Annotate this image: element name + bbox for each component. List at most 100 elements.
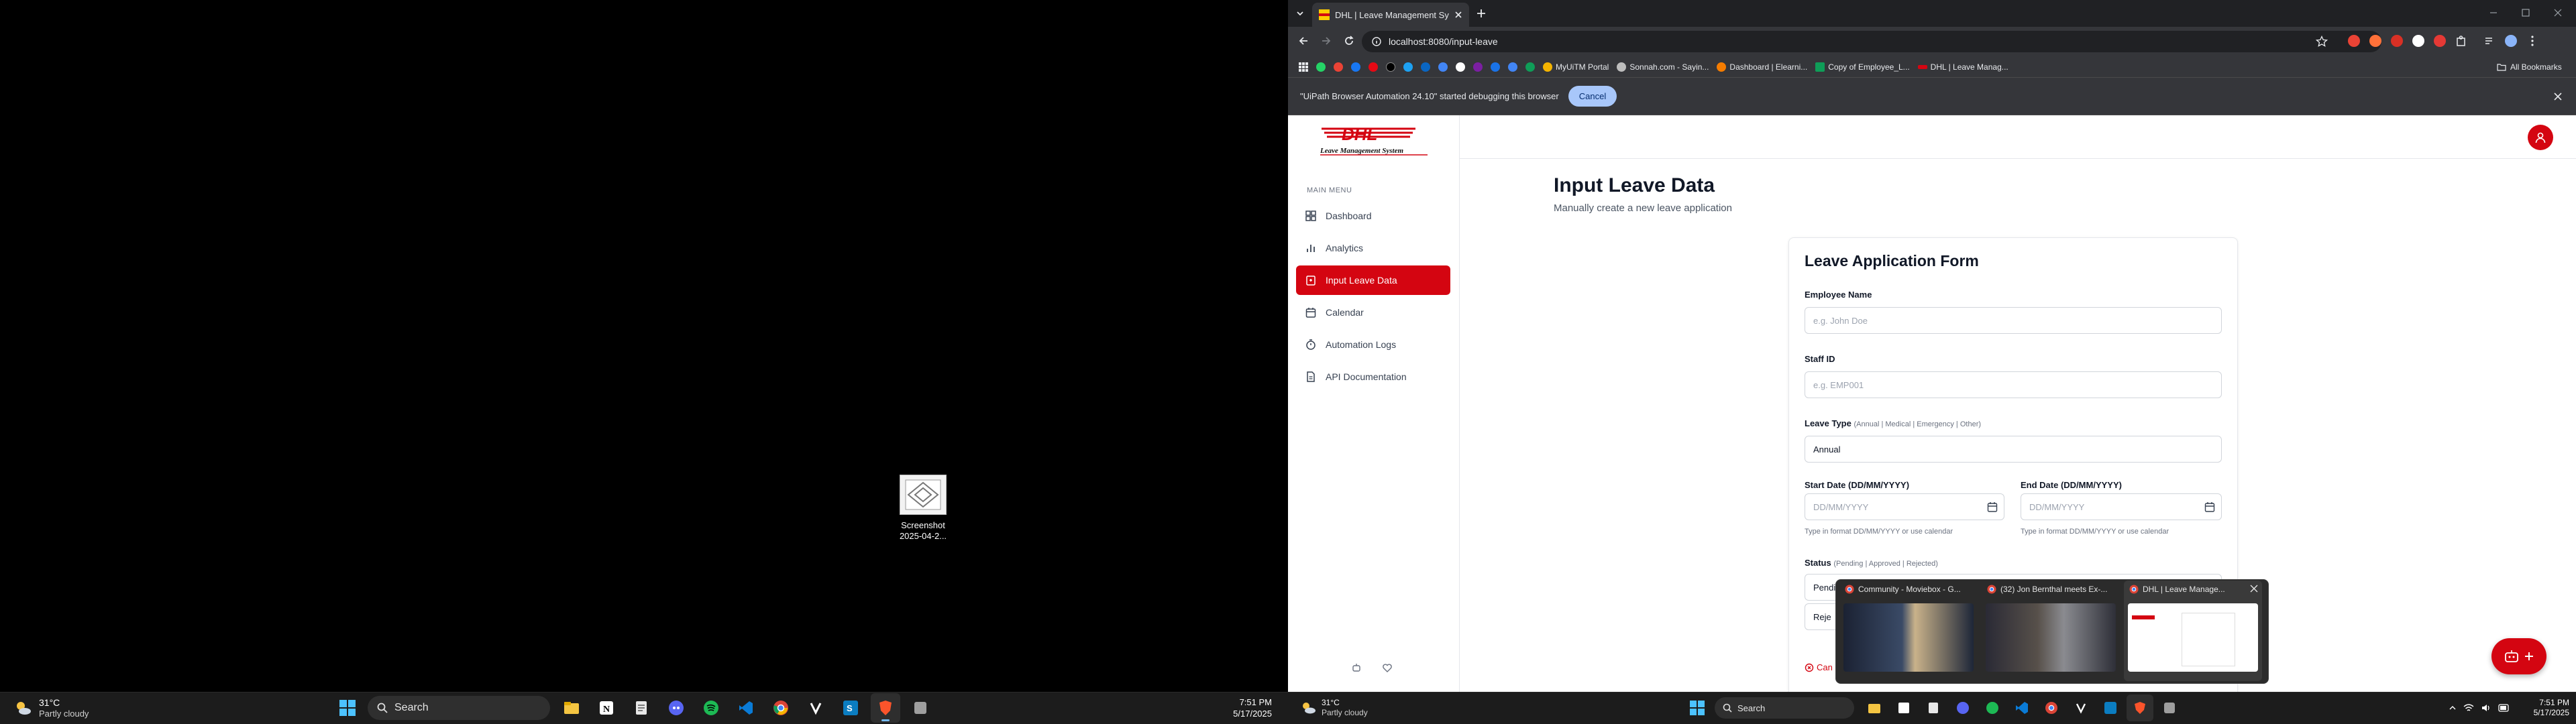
notepad-icon[interactable] — [627, 693, 656, 723]
automation-fab-button[interactable] — [2491, 638, 2546, 674]
app-icon[interactable] — [2156, 695, 2183, 721]
battery-icon[interactable] — [2498, 704, 2510, 712]
end-date-input[interactable]: DD/MM/YYYY — [2021, 493, 2222, 520]
heart-icon[interactable] — [1382, 662, 1393, 673]
bookmark-favicon[interactable] — [1473, 62, 1483, 72]
employee-name-input[interactable]: e.g. John Doe — [1805, 307, 2222, 334]
bookmark-favicon[interactable] — [1403, 62, 1413, 72]
all-bookmarks[interactable]: All Bookmarks — [2497, 56, 2562, 78]
leave-type-input[interactable]: Annual — [1805, 436, 2222, 463]
volume-icon[interactable] — [2481, 703, 2491, 713]
uipath-studio-icon[interactable]: S — [836, 693, 865, 723]
user-avatar[interactable] — [2528, 125, 2553, 150]
vscode-icon[interactable] — [731, 693, 761, 723]
bookmark-favicon[interactable] — [1368, 62, 1378, 72]
chrome-icon[interactable] — [2038, 695, 2065, 721]
github-icon[interactable] — [1456, 62, 1465, 72]
maximize-icon[interactable] — [2521, 8, 2530, 17]
nav-api-documentation[interactable]: API Documentation — [1296, 362, 1450, 391]
extension-icon[interactable] — [2434, 35, 2446, 47]
bookmark-item[interactable]: Dashboard | Elearni... — [1717, 62, 1807, 72]
bookmark-item[interactable]: MyUiTM Portal — [1543, 62, 1609, 72]
bookmark-favicon[interactable] — [1386, 62, 1395, 72]
thumbnail-close-icon[interactable] — [2250, 585, 2258, 593]
extension-icon[interactable] — [2412, 35, 2424, 47]
extension-icon[interactable] — [2391, 35, 2403, 47]
bot-icon[interactable] — [1351, 662, 1362, 673]
app-icon[interactable] — [906, 693, 935, 723]
bookmark-favicon[interactable] — [1438, 62, 1448, 72]
taskbar-search[interactable]: Search — [1715, 697, 1854, 719]
notepad-icon[interactable] — [1920, 695, 1947, 721]
chrome-icon[interactable] — [766, 693, 796, 723]
tab-close-icon[interactable] — [1454, 11, 1462, 19]
notion-icon[interactable] — [1890, 695, 1917, 721]
thumbnail-dhl[interactable]: DHL | Leave Manage... — [2124, 581, 2262, 681]
window-close-icon[interactable] — [2553, 8, 2563, 17]
thumbnail-moviebox[interactable]: Community - Moviebox - G... — [1839, 581, 1978, 681]
spotify-icon[interactable] — [1979, 695, 2006, 721]
infobar-close-icon[interactable] — [2553, 92, 2563, 101]
weather-widget[interactable]: 31°C Partly cloudy — [1300, 692, 1368, 724]
bookmark-favicon[interactable] — [1491, 62, 1500, 72]
weather-widget[interactable]: 31°C Partly cloudy — [13, 692, 89, 724]
spotify-icon[interactable] — [696, 693, 726, 723]
bookmark-item[interactable]: Copy of Employee_L... — [1815, 62, 1910, 72]
wifi-icon[interactable] — [2463, 703, 2474, 713]
taskbar-clock-left[interactable]: 7:51 PM 5/17/2025 — [1208, 692, 1272, 724]
nav-dashboard[interactable]: Dashboard — [1296, 201, 1450, 231]
bookmark-favicon[interactable] — [1525, 62, 1535, 72]
nav-analytics[interactable]: Analytics — [1296, 233, 1450, 263]
minimize-icon[interactable] — [2489, 8, 2498, 17]
bookmark-item[interactable]: Sonnah.com - Sayin... — [1617, 62, 1709, 72]
staff-id-input[interactable]: e.g. EMP001 — [1805, 371, 2222, 398]
nav-calendar[interactable]: Calendar — [1296, 298, 1450, 327]
profile-avatar[interactable] — [2505, 35, 2517, 47]
bookmark-favicon[interactable] — [1421, 62, 1430, 72]
file-explorer-icon[interactable] — [1861, 695, 1888, 721]
start-date-input[interactable]: DD/MM/YYYY — [1805, 493, 2004, 520]
calendar-icon[interactable] — [2204, 501, 2215, 512]
infobar-cancel-button[interactable]: Cancel — [1568, 86, 1617, 107]
thumbnail-youtube[interactable]: (32) Jon Bernthal meets Ex-... — [1982, 581, 2120, 681]
vscode-icon[interactable] — [2008, 695, 2035, 721]
discord-icon[interactable] — [661, 693, 691, 723]
uipath-assistant-icon[interactable] — [2068, 695, 2094, 721]
discord-icon[interactable] — [1949, 695, 1976, 721]
back-icon[interactable] — [1297, 35, 1309, 47]
bookmark-star-icon[interactable] — [2316, 36, 2328, 48]
file-explorer-icon[interactable] — [557, 693, 586, 723]
tab-dhl[interactable]: DHL | Leave Management Syste — [1312, 3, 1469, 27]
apps-grid-icon[interactable] — [1299, 62, 1308, 72]
site-info-icon[interactable] — [1371, 36, 1382, 47]
brave-icon[interactable] — [2127, 695, 2153, 721]
bookmark-item[interactable]: DHL | Leave Manag... — [1917, 62, 2008, 72]
bookmark-favicon[interactable] — [1508, 62, 1517, 72]
chrome-menu-icon[interactable] — [2526, 35, 2538, 47]
media-control-icon[interactable] — [2483, 35, 2496, 47]
start-button[interactable] — [1685, 696, 1709, 720]
extensions-puzzle-icon[interactable] — [2455, 35, 2467, 47]
start-button[interactable] — [335, 696, 360, 720]
extension-icon[interactable] — [2369, 35, 2381, 47]
nav-automation-logs[interactable]: Automation Logs — [1296, 330, 1450, 359]
bookmark-favicon[interactable] — [1316, 62, 1326, 72]
forward-icon[interactable] — [1320, 35, 1332, 47]
address-bar[interactable]: localhost:8080/input-leave — [1362, 31, 2381, 52]
new-tab-button[interactable] — [1476, 8, 1487, 19]
tab-search-icon[interactable] — [1293, 7, 1307, 20]
desktop-file-screenshot[interactable]: Screenshot 2025-04-2... — [885, 475, 961, 542]
bookmark-favicon[interactable] — [1334, 62, 1343, 72]
calendar-icon[interactable] — [1987, 501, 1998, 512]
nav-input-leave-data[interactable]: Input Leave Data — [1296, 265, 1450, 295]
bookmark-favicon[interactable] — [1351, 62, 1360, 72]
notion-icon[interactable]: N — [592, 693, 621, 723]
dhl-logo[interactable]: DHL Leave Management System — [1315, 123, 1433, 156]
taskbar-clock-right[interactable]: 7:51 PM 5/17/2025 — [2520, 692, 2569, 724]
brave-icon[interactable] — [871, 693, 900, 723]
chevron-up-icon[interactable] — [2449, 704, 2457, 712]
reload-icon[interactable] — [1343, 35, 1355, 47]
taskbar-search[interactable]: Search — [368, 696, 550, 720]
form-cancel-button[interactable]: Can — [1805, 662, 1833, 672]
extension-icon[interactable] — [2348, 35, 2360, 47]
